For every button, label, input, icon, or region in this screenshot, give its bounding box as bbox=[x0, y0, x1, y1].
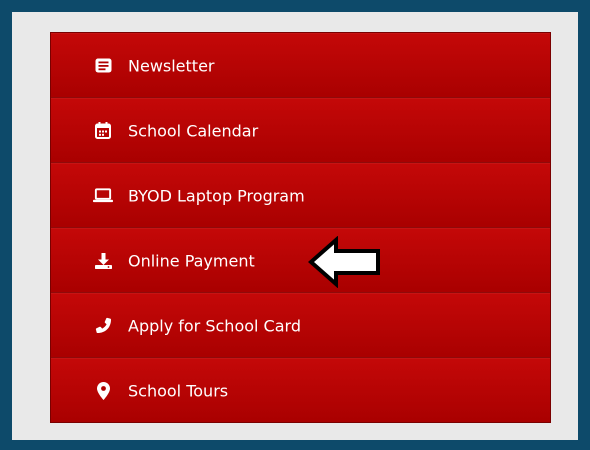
menu-item-label: School Calendar bbox=[128, 121, 259, 140]
menu-item-label: BYOD Laptop Program bbox=[128, 186, 305, 205]
menu-item-label: Online Payment bbox=[128, 251, 255, 270]
left-arrow-pointer-icon bbox=[308, 236, 380, 288]
menu-item-online-payment[interactable]: Online Payment bbox=[51, 228, 550, 293]
calendar-icon bbox=[93, 121, 113, 141]
newspaper-icon bbox=[93, 56, 113, 76]
quick-links-menu: Newsletter School Calendar BYOD Laptop P… bbox=[50, 32, 551, 423]
menu-item-school-calendar[interactable]: School Calendar bbox=[51, 98, 550, 163]
phone-icon bbox=[93, 316, 113, 336]
menu-item-school-tours[interactable]: School Tours bbox=[51, 358, 550, 422]
laptop-icon bbox=[93, 186, 113, 206]
download-icon bbox=[93, 251, 113, 271]
map-marker-icon bbox=[93, 381, 113, 401]
menu-item-newsletter[interactable]: Newsletter bbox=[51, 33, 550, 98]
menu-item-label: School Tours bbox=[128, 381, 229, 400]
menu-item-label: Newsletter bbox=[128, 56, 215, 75]
screenshot-frame: Newsletter School Calendar BYOD Laptop P… bbox=[0, 0, 590, 450]
menu-item-byod-laptop-program[interactable]: BYOD Laptop Program bbox=[51, 163, 550, 228]
menu-item-apply-for-school-card[interactable]: Apply for School Card bbox=[51, 293, 550, 358]
menu-item-label: Apply for School Card bbox=[128, 316, 301, 335]
sidebar-panel: Newsletter School Calendar BYOD Laptop P… bbox=[12, 12, 578, 440]
